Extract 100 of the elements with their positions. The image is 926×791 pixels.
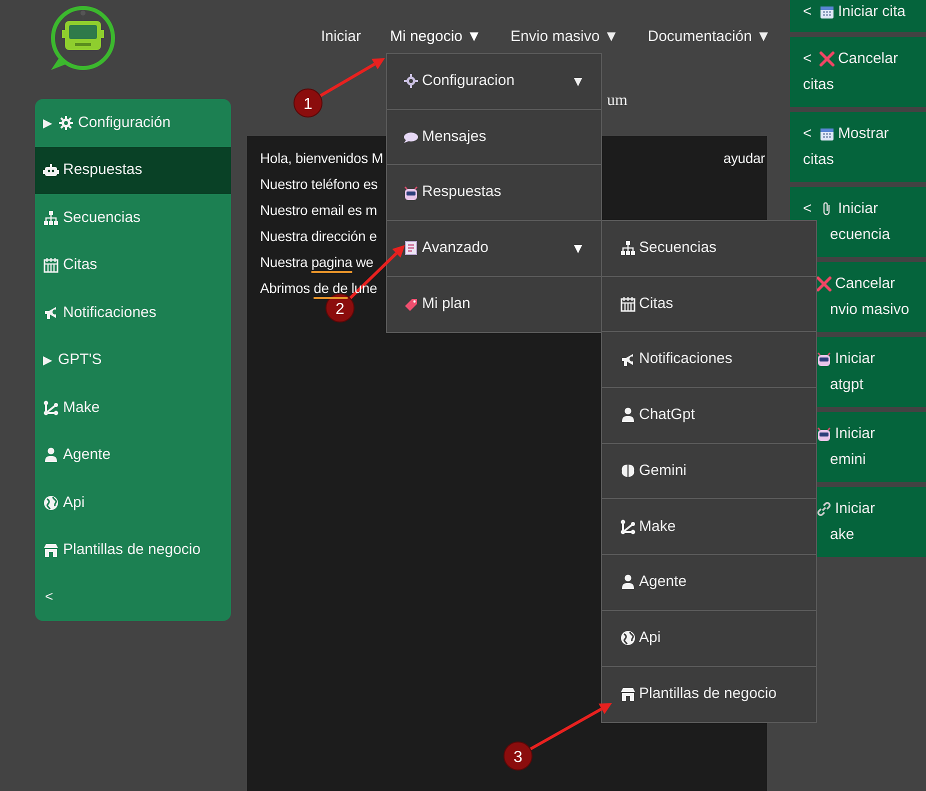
menu-item[interactable]: Agente bbox=[602, 555, 816, 611]
menu-item[interactable]: Configuracion ▼ bbox=[387, 54, 601, 110]
brain-icon bbox=[620, 463, 636, 480]
shortcut-label: Cancelar bbox=[835, 274, 896, 294]
shortcut-label: Cancelar bbox=[838, 49, 898, 69]
sidebar-item[interactable]: Secuencias bbox=[35, 194, 231, 242]
sidebar-item[interactable]: ▶ GPT'S bbox=[35, 336, 231, 384]
megaphone-icon bbox=[620, 352, 636, 368]
branch-icon bbox=[620, 518, 636, 535]
expand-arrow[interactable]: ▶ bbox=[43, 114, 52, 132]
cross-icon bbox=[818, 51, 835, 67]
shortcut-label: Iniciar bbox=[838, 199, 878, 219]
text-line: Nuestra dirección e bbox=[260, 227, 377, 246]
expand-arrow[interactable]: ▶ bbox=[43, 351, 52, 370]
shortcut-button[interactable]: < Iniciar ecuencia bbox=[790, 187, 926, 257]
sidebar-label: Agente bbox=[63, 445, 111, 465]
branch-icon bbox=[43, 400, 59, 416]
shortcut-label: Iniciar bbox=[835, 499, 876, 519]
sidebar-label: Configuración bbox=[78, 112, 171, 132]
megaphone-icon bbox=[43, 304, 59, 321]
collapse-button[interactable]: < bbox=[35, 574, 231, 619]
shortcut-label: Iniciar bbox=[835, 424, 876, 444]
sidebar-item[interactable]: Agente bbox=[35, 432, 231, 479]
menu-item[interactable]: Make bbox=[602, 499, 816, 556]
sidebar-item[interactable]: Plantillas de negocio bbox=[35, 526, 231, 574]
text-line: Nuestro teléfono es bbox=[260, 175, 378, 194]
robot-icon bbox=[43, 162, 59, 178]
sidebar-item[interactable]: Notificaciones bbox=[35, 289, 231, 336]
shortcut-label: citas bbox=[803, 75, 834, 95]
nav-link[interactable]: Envio masivo ▼ bbox=[510, 26, 619, 48]
sidebar-item[interactable]: ▶ Configuración bbox=[35, 99, 231, 146]
shortcut-button[interactable]: < Iniciar cita bbox=[790, 0, 926, 32]
document-icon bbox=[403, 240, 419, 256]
step-number: 1 bbox=[304, 96, 312, 113]
sidebar-item[interactable]: Respuestas bbox=[35, 146, 231, 194]
menu-item[interactable]: Notificaciones bbox=[602, 332, 816, 388]
annotation-arrow bbox=[319, 58, 385, 98]
caret-icon: ▼ bbox=[571, 70, 585, 92]
sidebar-item[interactable]: Api bbox=[35, 479, 231, 526]
store-icon bbox=[43, 542, 59, 558]
shortcut-label: ecuencia bbox=[830, 225, 890, 245]
step-marker bbox=[326, 294, 354, 322]
chevron-text: < bbox=[803, 199, 813, 219]
person-icon bbox=[43, 447, 59, 464]
cross-icon bbox=[816, 276, 832, 292]
shortcut-button[interactable]: < Mostrar citas bbox=[790, 112, 926, 182]
shortcut-label: atgpt bbox=[830, 375, 864, 395]
sitemap-icon bbox=[620, 240, 636, 256]
text-line: Nuestra pagina we bbox=[260, 253, 374, 272]
menu-item[interactable]: Plantillas de negocio bbox=[602, 666, 816, 722]
nav-link[interactable]: Documentación ▼ bbox=[648, 26, 771, 48]
step-number: 2 bbox=[336, 301, 344, 318]
robot-icon bbox=[816, 426, 832, 442]
menu-item[interactable]: Mensajes bbox=[387, 110, 601, 166]
calendar-icon bbox=[43, 257, 59, 274]
menu-item[interactable]: Gemini bbox=[602, 444, 816, 500]
shortcut-label: emini bbox=[830, 450, 866, 470]
gear-icon bbox=[403, 73, 419, 90]
nav-link[interactable]: Iniciar bbox=[320, 26, 361, 48]
sidebar-label: Notificaciones bbox=[63, 302, 156, 322]
caret-icon: ▼ bbox=[571, 238, 585, 259]
sidebar-label: GPT'S bbox=[58, 350, 102, 370]
sitemap-icon bbox=[43, 210, 59, 226]
person-icon bbox=[620, 407, 636, 424]
menu-item[interactable]: Api bbox=[602, 610, 816, 666]
sidebar-item[interactable]: Citas bbox=[35, 242, 231, 289]
step-marker bbox=[294, 88, 322, 118]
step-number: 3 bbox=[514, 749, 522, 766]
menu-item[interactable]: Mi plan bbox=[387, 276, 601, 332]
nav-link[interactable]: Mi negocio ▼ bbox=[390, 26, 482, 48]
sidebar-label: Make bbox=[63, 398, 100, 418]
menu-item[interactable]: ChatGpt bbox=[602, 388, 816, 444]
chevron-text: < bbox=[803, 49, 813, 69]
shortcut-label: Mostrar bbox=[838, 124, 889, 144]
text-fragment: ayudar bbox=[723, 149, 765, 168]
calendar-icon bbox=[620, 296, 636, 312]
chevron-text: < bbox=[803, 2, 813, 22]
tag-icon bbox=[403, 296, 419, 313]
link-icon bbox=[816, 501, 832, 517]
calendar-icon bbox=[818, 126, 835, 142]
globe-icon bbox=[43, 494, 59, 511]
heading-text: um bbox=[607, 92, 628, 109]
shortcut-label: nvio masivo bbox=[830, 300, 910, 320]
robot-icon bbox=[816, 351, 832, 367]
text-line: Hola, bienvenidos M bbox=[260, 149, 384, 168]
shortcut-label: Iniciar bbox=[835, 349, 876, 369]
calendar-icon bbox=[818, 4, 835, 20]
robot-icon bbox=[403, 184, 419, 201]
sidebar-label: Api bbox=[63, 492, 85, 512]
step-marker bbox=[504, 742, 532, 770]
person-icon bbox=[620, 574, 636, 590]
shortcut-label: Iniciar cita bbox=[838, 2, 906, 22]
text-line: Nuestro email es m bbox=[260, 201, 377, 220]
sidebar-label: Citas bbox=[63, 255, 98, 275]
sidebar-label: Plantillas de negocio bbox=[63, 540, 201, 560]
sidebar-label: Respuestas bbox=[63, 160, 142, 180]
gear-icon bbox=[58, 114, 74, 131]
sidebar-item[interactable]: Make bbox=[35, 384, 231, 432]
menu-item[interactable]: Respuestas bbox=[387, 165, 601, 222]
shortcut-button[interactable]: < Cancelar citas bbox=[790, 37, 926, 107]
